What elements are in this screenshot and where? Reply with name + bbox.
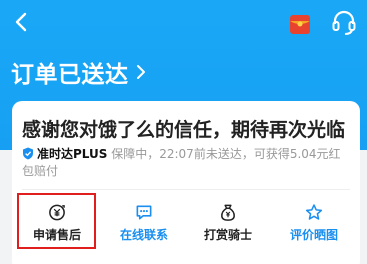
thanks-message: 感谢您对饿了么的信任，期待再次光临: [22, 119, 346, 141]
tip-rider-label: 打赏骑士: [203, 228, 252, 242]
order-status-text: 订单已送达: [11, 62, 129, 88]
online-contact-label: 在线联系: [119, 228, 168, 242]
headset-icon[interactable]: [332, 10, 356, 36]
order-card: 感谢您对饿了么的信任，期待再次光临 准时达PLUS 保障中，22:07前未送达，…: [12, 101, 360, 264]
ontime-guarantee: 准时达PLUS 保障中，22:07前未送达，可获得5.04元红包赔付: [22, 146, 352, 180]
money-bag-icon: [221, 204, 235, 221]
chevron-left-icon[interactable]: [12, 10, 32, 34]
after-sale-icon: [49, 204, 65, 221]
chat-icon: [136, 205, 152, 220]
top-nav: [0, 0, 367, 48]
review-button[interactable]: 评价晒图: [274, 203, 354, 243]
red-packet-icon[interactable]: [289, 14, 311, 35]
chevron-right-icon: [136, 65, 145, 79]
order-status-link[interactable]: 订单已送达: [11, 56, 147, 88]
ontime-brand: 准时达PLUS: [37, 147, 108, 161]
after-sale-button[interactable]: 申请售后: [17, 203, 97, 243]
divider: [22, 189, 350, 190]
after-sale-label: 申请售后: [32, 228, 81, 242]
action-bar: 申请售后 在线联系 打赏骑士 评价晒图: [12, 197, 360, 247]
shield-icon: [23, 147, 33, 160]
star-icon: [305, 204, 323, 220]
online-contact-button[interactable]: 在线联系: [104, 203, 184, 243]
review-label: 评价晒图: [289, 228, 338, 242]
tip-rider-button[interactable]: 打赏骑士: [188, 203, 268, 243]
